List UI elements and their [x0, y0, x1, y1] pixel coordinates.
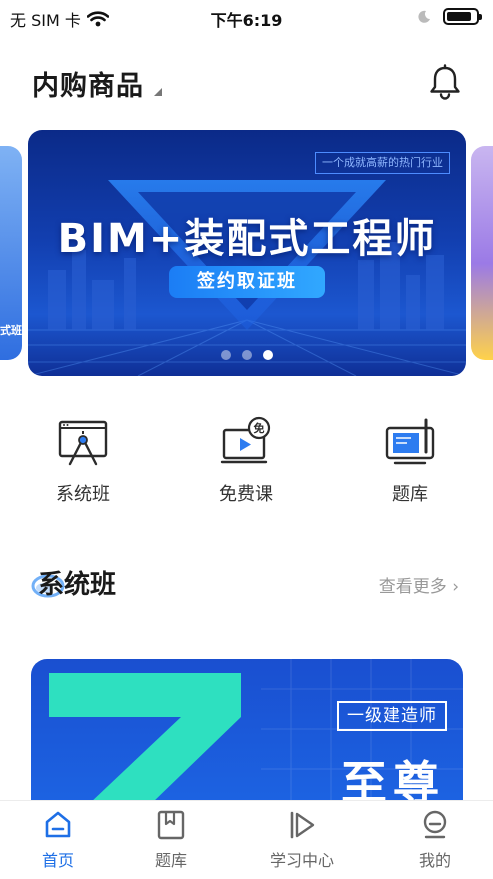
banner-tagline: 一个成就高薪的热门行业: [315, 152, 450, 174]
wifi-icon: [86, 11, 109, 27]
bottom-tab-bar: 首页 题库 学习中心 我的: [0, 800, 493, 879]
status-bar: 无 SIM 卡 下午6:19: [0, 0, 493, 34]
tab-label: 首页: [41, 851, 74, 870]
tab-profile[interactable]: 我的: [385, 809, 485, 871]
play-icon: [290, 811, 315, 839]
carrier-label: 无 SIM 卡: [10, 11, 81, 30]
tab-home[interactable]: 首页: [8, 809, 108, 871]
carousel-dot[interactable]: [242, 350, 252, 360]
page-header: 内购商品: [0, 58, 493, 108]
bell-icon[interactable]: [428, 64, 462, 100]
tab-label: 学习中心: [269, 851, 334, 870]
carousel-dot-active[interactable]: [263, 350, 273, 360]
quick-entry-label: 题库: [392, 484, 428, 505]
tab-label: 我的: [418, 851, 451, 870]
profile-icon: [423, 810, 447, 839]
tab-learning-center[interactable]: 学习中心: [252, 809, 352, 871]
banner-prev-peek[interactable]: 式班: [0, 146, 22, 360]
moon-icon: [418, 10, 430, 23]
banner-title: BIM+装配式工程师: [57, 216, 437, 262]
tab-label: 题库: [154, 851, 187, 870]
tab-question-bank[interactable]: 题库: [121, 809, 221, 871]
section-title: 系统班: [38, 570, 117, 600]
battery-level: [447, 12, 471, 21]
carousel-indicator: [28, 350, 466, 360]
course-headline: 至尊: [341, 756, 445, 804]
tablet-pen-icon: [385, 418, 435, 465]
classroom-easel-icon: [58, 420, 108, 466]
home-icon: [45, 811, 71, 838]
view-more-link[interactable]: 查看更多 ›: [379, 572, 459, 597]
page-title[interactable]: 内购商品: [32, 64, 144, 103]
quick-entry-free-course[interactable]: 免 免费课: [191, 416, 301, 511]
svg-text:免: 免: [254, 421, 265, 435]
banner-slide[interactable]: 一个成就高薪的热门行业 BIM+装配式工程师 签约取证班: [28, 130, 466, 376]
battery-icon: [443, 8, 482, 25]
carousel-dot[interactable]: [221, 350, 231, 360]
quick-entry-label: 系统班: [56, 484, 110, 505]
quick-entry-label: 免费课: [219, 484, 273, 505]
course-badge: 一级建造师: [337, 701, 447, 731]
free-video-icon: 免: [220, 416, 271, 464]
quick-entry-question-bank[interactable]: 题库: [355, 416, 465, 511]
banner-subtitle: 签约取证班: [169, 266, 325, 298]
quick-entry-system-class[interactable]: 系统班: [28, 416, 138, 511]
banner-carousel[interactable]: 式班 一个成就高薪的热门行业 BIM+装配式工程师 签约取证班: [0, 128, 493, 378]
title-dropdown-caret-icon[interactable]: [154, 88, 162, 96]
bookmark-book-icon: [157, 810, 185, 840]
peek-left-text: 式班: [0, 324, 22, 337]
course-card[interactable]: 一级建造师 至尊: [31, 659, 463, 804]
section-header-system-class: 系统班 查看更多 ›: [0, 560, 493, 604]
quick-entries: 系统班 免 免费课 题库: [0, 416, 493, 516]
carrier-info: 无 SIM 卡: [10, 7, 109, 31]
banner-next-peek[interactable]: [471, 146, 493, 360]
